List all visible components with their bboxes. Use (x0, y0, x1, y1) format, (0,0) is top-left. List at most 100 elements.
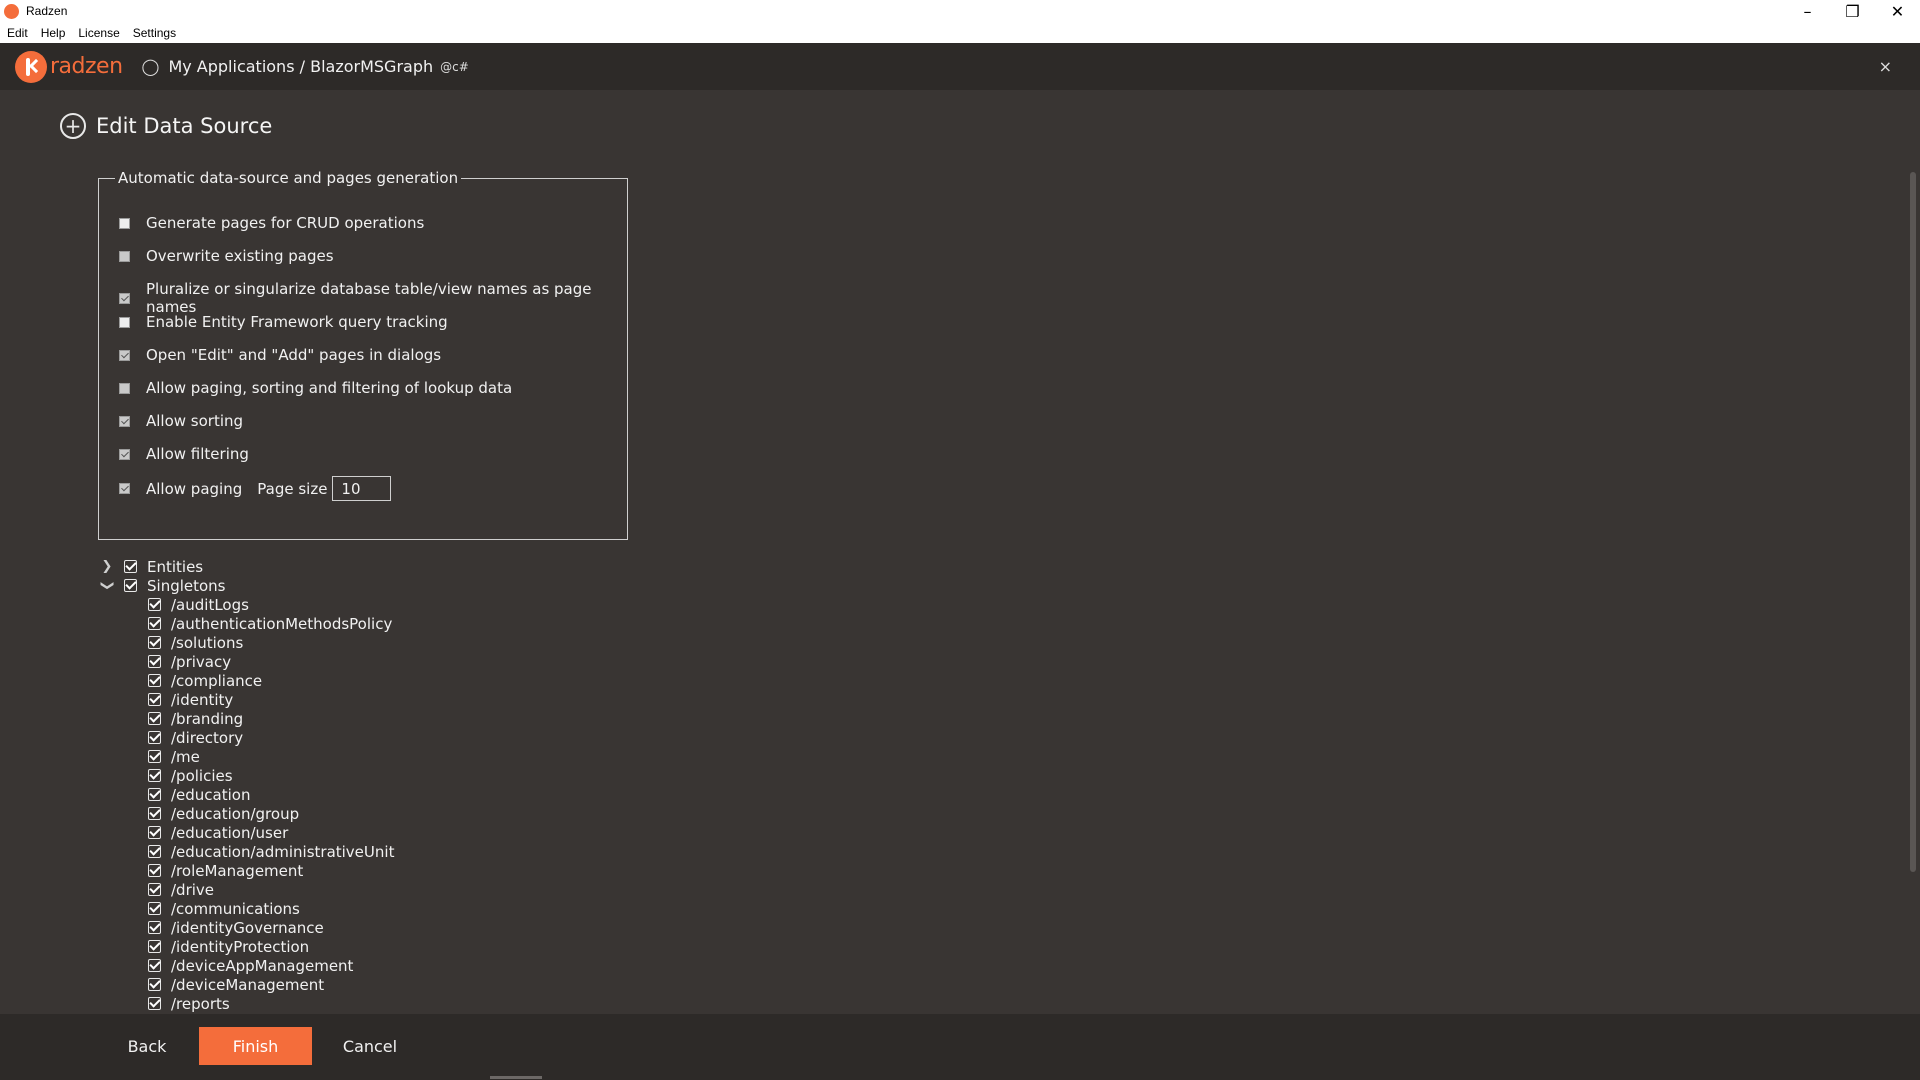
tree-item[interactable]: /education (148, 785, 250, 804)
tree-item-label: /solutions (171, 633, 244, 652)
tree-item[interactable]: /drive (148, 880, 214, 899)
checkbox[interactable] (119, 292, 130, 304)
checkbox-checked-icon[interactable] (148, 997, 161, 1010)
tree-item-label: /identityProtection (171, 937, 310, 956)
chevron-down-icon[interactable]: ❮ (100, 579, 115, 593)
cancel-button[interactable]: Cancel (333, 1027, 407, 1065)
option-allow-sorting[interactable]: Allow sorting (119, 412, 243, 430)
checkbox-checked-icon[interactable] (148, 731, 161, 744)
brand-name: radzen (50, 54, 123, 79)
radzen-app-icon (4, 3, 19, 19)
tree-item-label: /education (171, 785, 251, 804)
checkbox-checked-icon[interactable] (148, 674, 161, 687)
tree-node-label: Singletons (147, 576, 226, 595)
option-label: Enable Entity Framework query tracking (146, 313, 448, 331)
breadcrumb-text[interactable]: My Applications / BlazorMSGraph (168, 57, 433, 76)
tree-item[interactable]: /directory (148, 728, 243, 747)
tree-item[interactable]: /identityProtection (148, 937, 309, 956)
checkbox-checked-icon[interactable] (148, 883, 161, 896)
option-overwrite-pages[interactable]: Overwrite existing pages (119, 247, 334, 265)
tree-node-label: Entities (147, 557, 204, 576)
checkbox-checked-icon[interactable] (148, 655, 161, 668)
checkbox-checked-icon[interactable] (148, 807, 161, 820)
dashboard-icon[interactable]: ◯ (142, 57, 160, 76)
chevron-right-icon[interactable]: ❯ (100, 559, 114, 574)
tree-item[interactable]: /identityGovernance (148, 918, 324, 937)
checkbox-checked-icon[interactable] (148, 598, 161, 611)
option-ef-query-tracking[interactable]: Enable Entity Framework query tracking (119, 313, 448, 331)
menu-help[interactable]: Help (34, 26, 72, 40)
tree-item[interactable]: /me (148, 747, 200, 766)
menu-edit[interactable]: Edit (0, 26, 34, 40)
tree-item[interactable]: /identity (148, 690, 233, 709)
menu-license[interactable]: License (71, 26, 125, 40)
minimize-button[interactable]: – (1785, 0, 1830, 22)
menu-settings[interactable]: Settings (126, 26, 182, 40)
tree-item[interactable]: /solutions (148, 633, 243, 652)
tree-item[interactable]: /authenticationMethodsPolicy (148, 614, 392, 633)
wizard-footer: Back Finish Cancel (0, 1014, 1920, 1080)
checkbox-checked-icon[interactable] (148, 769, 161, 782)
tree-item[interactable]: /privacy (148, 652, 231, 671)
checkbox-checked-icon[interactable] (148, 826, 161, 839)
radzen-logo[interactable]: radzen (15, 50, 123, 83)
option-label: Allow filtering (146, 445, 249, 463)
checkbox-checked-icon[interactable] (148, 750, 161, 763)
checkbox[interactable] (119, 415, 130, 427)
tree-item[interactable]: /reports (148, 994, 230, 1013)
checkbox-checked-icon[interactable] (148, 959, 161, 972)
checkbox-checked-icon[interactable] (124, 579, 137, 592)
checkbox-checked-icon[interactable] (148, 845, 161, 858)
maximize-button[interactable]: ❐ (1830, 0, 1875, 22)
checkbox-checked-icon[interactable] (148, 617, 161, 630)
tree-item[interactable]: /compliance (148, 671, 262, 690)
checkbox-checked-icon[interactable] (148, 902, 161, 915)
checkbox-checked-icon[interactable] (148, 864, 161, 877)
tree-item[interactable]: /deviceManagement (148, 975, 324, 994)
generation-options-fieldset: Automatic data-source and pages generati… (98, 169, 628, 540)
tree-item[interactable]: /auditLogs (148, 595, 249, 614)
tree-item[interactable]: /deviceAppManagement (148, 956, 353, 975)
checkbox[interactable] (119, 382, 130, 394)
checkbox[interactable] (119, 448, 130, 460)
menu-bar: Edit Help License Settings (0, 22, 1920, 43)
tree-item[interactable]: /roleManagement (148, 861, 303, 880)
checkbox[interactable] (119, 217, 130, 229)
option-dialogs[interactable]: Open "Edit" and "Add" pages in dialogs (119, 346, 441, 364)
checkbox-checked-icon[interactable] (124, 560, 137, 573)
horizontal-scrollbar[interactable] (490, 1076, 542, 1079)
tree-node-singletons[interactable]: ❮ Singletons (100, 576, 226, 595)
vertical-scrollbar[interactable] (1910, 172, 1916, 872)
checkbox-checked-icon[interactable] (148, 978, 161, 991)
option-generate-crud[interactable]: Generate pages for CRUD operations (119, 214, 424, 232)
checkbox-checked-icon[interactable] (148, 940, 161, 953)
page-size-input[interactable] (332, 476, 392, 501)
tree-item[interactable]: /branding (148, 709, 243, 728)
checkbox[interactable] (119, 483, 130, 494)
tree-item[interactable]: /policies (148, 766, 233, 785)
tree-item-label: /education/user (171, 823, 289, 842)
close-icon[interactable]: × (1879, 57, 1892, 76)
tree-item[interactable]: /education/administrativeUnit (148, 842, 394, 861)
option-allow-filtering[interactable]: Allow filtering (119, 445, 249, 463)
checkbox-checked-icon[interactable] (148, 788, 161, 801)
option-pluralize-names[interactable]: Pluralize or singularize database table/… (119, 280, 627, 316)
checkbox-checked-icon[interactable] (148, 636, 161, 649)
app-header: radzen ◯ My Applications / BlazorMSGraph… (0, 43, 1920, 90)
window-controls: – ❐ ✕ (1785, 0, 1920, 22)
close-window-button[interactable]: ✕ (1875, 0, 1920, 22)
tree-item[interactable]: /education/group (148, 804, 299, 823)
checkbox-checked-icon[interactable] (148, 693, 161, 706)
finish-button[interactable]: Finish (199, 1027, 312, 1065)
tree-node-entities[interactable]: ❯ Entities (100, 557, 204, 576)
back-button[interactable]: Back (110, 1027, 184, 1065)
checkbox[interactable] (119, 349, 130, 361)
tree-item[interactable]: /education/user (148, 823, 288, 842)
tree-item[interactable]: /communications (148, 899, 300, 918)
checkbox-checked-icon[interactable] (148, 712, 161, 725)
checkbox[interactable] (119, 316, 130, 328)
option-lookup-data[interactable]: Allow paging, sorting and filtering of l… (119, 379, 512, 397)
checkbox-checked-icon[interactable] (148, 921, 161, 934)
tree-item-label: /communications (171, 899, 300, 918)
checkbox[interactable] (119, 250, 130, 262)
